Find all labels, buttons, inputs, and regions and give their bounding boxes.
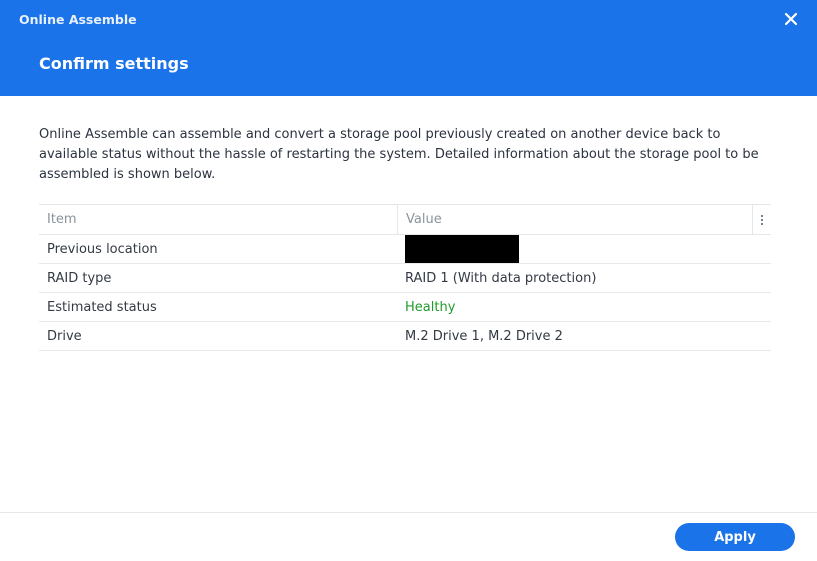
row-item-label: Drive (47, 328, 82, 344)
column-header-value-label: Value (406, 212, 442, 227)
description-text: Online Assemble can assemble and convert… (39, 127, 759, 182)
status-value-healthy: Healthy (405, 299, 456, 315)
column-header-item[interactable]: Item (39, 205, 397, 234)
table-header: Item Value (39, 204, 771, 235)
vertical-ellipsis-icon (760, 214, 764, 225)
online-assemble-dialog: Online Assemble Confirm settings Online … (0, 0, 817, 561)
row-value: M.2 Drive 1, M.2 Drive 2 (405, 328, 563, 344)
row-item-label: RAID type (47, 270, 112, 286)
redacted-location (405, 235, 519, 263)
row-item-label: Estimated status (47, 299, 157, 315)
dialog-footer: Apply (0, 512, 817, 561)
row-item-label: Previous location (47, 241, 158, 257)
apply-button[interactable]: Apply (675, 523, 795, 551)
window-title: Online Assemble (19, 12, 137, 27)
table-row: Previous location (39, 235, 771, 264)
row-value (397, 235, 771, 263)
step-title: Confirm settings (39, 54, 189, 73)
dialog-header: Online Assemble Confirm settings (0, 0, 817, 96)
table-row: Estimated status Healthy (39, 293, 771, 322)
table-row: Drive M.2 Drive 1, M.2 Drive 2 (39, 322, 771, 351)
row-value: RAID 1 (With data protection) (405, 270, 597, 286)
column-menu-button[interactable] (752, 205, 771, 234)
storage-pool-info-table: Item Value Previous location RAID type R… (39, 204, 771, 351)
column-header-value[interactable]: Value (397, 205, 771, 234)
close-icon (784, 12, 798, 26)
table-row: RAID type RAID 1 (With data protection) (39, 264, 771, 293)
close-button[interactable] (783, 11, 799, 27)
